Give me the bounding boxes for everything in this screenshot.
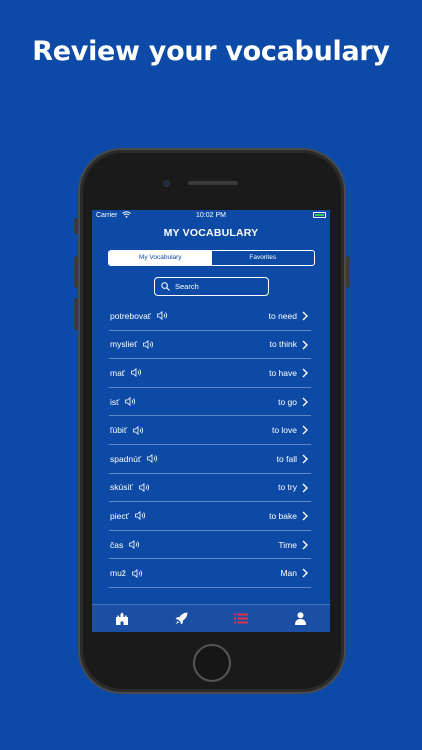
tab-vocabulary[interactable] [211, 605, 271, 632]
mute-switch [74, 218, 78, 234]
front-camera [163, 180, 170, 187]
chevron-right-icon [302, 511, 308, 523]
status-time: 10:02 PM [196, 212, 226, 219]
tab-bar [92, 604, 330, 632]
list-item[interactable]: spadnúť to fall [109, 445, 311, 474]
chevron-right-icon [302, 483, 308, 495]
translation-label: to fall [276, 453, 297, 464]
list-item[interactable]: čas Time [109, 531, 311, 560]
home-button[interactable] [193, 644, 231, 682]
word-label: muž [110, 568, 127, 579]
chevron-right-icon [302, 540, 308, 552]
list-item[interactable]: muž Man [109, 559, 311, 588]
speaker-icon[interactable] [133, 425, 145, 435]
speaker-icon[interactable] [132, 568, 144, 578]
headline: Review your vocabulary [32, 36, 390, 67]
speaker-icon[interactable] [157, 311, 169, 321]
speaker-icon[interactable] [125, 397, 137, 407]
list-item[interactable]: isť to go [109, 388, 311, 417]
translation-label: to bake [269, 510, 297, 521]
word-label: ľúbiť [110, 425, 128, 436]
translation-label: to think [269, 339, 297, 350]
speaker-icon[interactable] [143, 339, 155, 349]
translation-label: to go [278, 396, 297, 407]
translation-label: to love [271, 425, 297, 436]
vocabulary-list: potrebovať to need myslieť to think mať … [109, 302, 311, 588]
app-screen: Carrier 10:02 PM MY VOCABULARY My Vocabu… [92, 210, 330, 632]
word-label: isť [110, 396, 120, 407]
chevron-right-icon [302, 568, 308, 580]
volume-down-button [74, 298, 78, 330]
tab-learn[interactable] [152, 605, 212, 632]
translation-label: Man [280, 568, 297, 579]
translation-label: to have [269, 367, 297, 378]
word-label: spadnúť [110, 453, 142, 464]
search-input[interactable]: Search [154, 277, 269, 296]
speaker-icon[interactable] [131, 368, 143, 378]
tab-home[interactable] [92, 605, 152, 632]
list-item[interactable]: ľúbiť to love [109, 416, 311, 445]
status-bar: Carrier 10:02 PM [92, 210, 330, 222]
page-title: MY VOCABULARY [163, 227, 259, 239]
speaker-icon[interactable] [147, 454, 159, 464]
earpiece-speaker [188, 181, 238, 185]
list-item[interactable]: potrebovať to need [109, 302, 311, 331]
chevron-right-icon [302, 454, 308, 466]
tab-profile[interactable] [271, 605, 331, 632]
list-item[interactable]: piecť to bake [109, 502, 311, 531]
chevron-right-icon [302, 397, 308, 409]
person-icon [294, 612, 306, 625]
translation-label: to need [268, 310, 297, 321]
word-label: mať [110, 367, 125, 378]
list-item[interactable]: mať to have [109, 359, 311, 388]
search-icon [161, 282, 170, 291]
translation-label: to try [278, 482, 297, 493]
speaker-icon[interactable] [134, 511, 147, 521]
chevron-right-icon [302, 340, 308, 352]
list-item[interactable]: myslieť to think [109, 331, 311, 360]
power-button [346, 256, 350, 288]
word-label: skúsiť [110, 482, 133, 493]
segment-favorites[interactable]: Favorites [212, 251, 315, 265]
word-label: myslieť [110, 339, 138, 350]
translation-label: Time [278, 539, 297, 550]
volume-up-button [74, 256, 78, 288]
list-item[interactable]: skúsiť to try [109, 474, 311, 503]
word-label: potrebovať [110, 310, 151, 321]
speaker-icon[interactable] [129, 540, 141, 550]
castle-icon [115, 612, 128, 625]
word-label: čas [110, 539, 124, 550]
list-icon [233, 613, 248, 624]
speaker-icon[interactable] [138, 482, 151, 492]
chevron-right-icon [302, 368, 308, 380]
rocket-icon [175, 612, 188, 625]
word-label: piecť [110, 510, 129, 521]
segmented-control: My Vocabulary Favorites [108, 250, 315, 266]
chevron-right-icon [302, 425, 308, 437]
segment-my-vocabulary[interactable]: My Vocabulary [109, 251, 212, 265]
battery-icon [313, 212, 326, 218]
search-placeholder: Search [175, 282, 199, 291]
chevron-right-icon [302, 311, 308, 323]
